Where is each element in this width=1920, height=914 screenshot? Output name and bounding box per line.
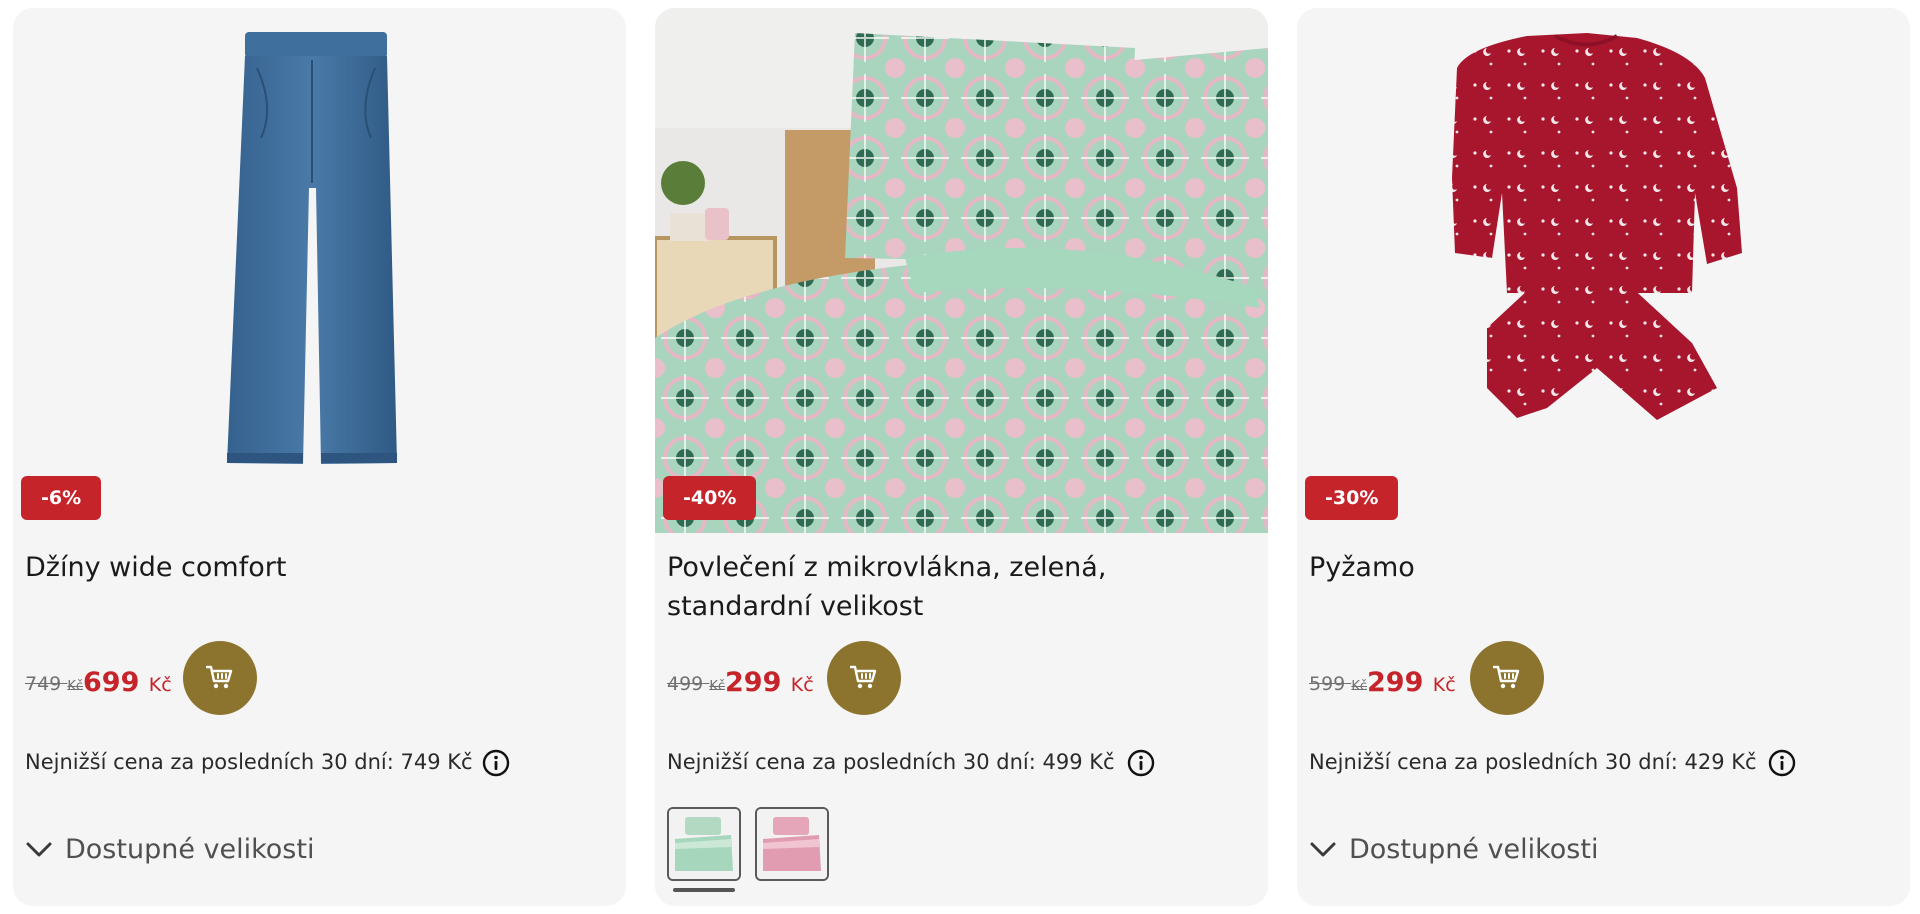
product-title[interactable]: Pyžamo — [1309, 548, 1889, 587]
product-title[interactable]: Džíny wide comfort — [25, 548, 605, 587]
shopping-cart-icon — [850, 665, 877, 689]
pyjamas-illustration — [1452, 33, 1742, 420]
available-sizes-label: Dostupné velikosti — [65, 834, 315, 865]
discount-badge: -30% — [1305, 476, 1399, 520]
shopping-cart-icon — [206, 665, 233, 689]
chevron-down-icon — [1310, 842, 1336, 856]
product-image-pyjamas[interactable]: -30% — [1297, 8, 1910, 533]
add-to-cart-button[interactable] — [1470, 641, 1544, 715]
lowest-price-info: Nejnižší cena za posledních 30 dní: 499 … — [667, 750, 1115, 774]
old-price: 499 Kč — [667, 673, 725, 695]
color-swatch-pink[interactable] — [755, 807, 829, 881]
available-sizes-toggle[interactable]: Dostupné velikosti — [1309, 834, 1598, 865]
old-price: 749 Kč — [25, 673, 83, 695]
color-swatch-green[interactable] — [667, 807, 741, 881]
bedding-illustration — [655, 8, 1268, 533]
lowest-price-info: Nejnižší cena za posledních 30 dní: 429 … — [1309, 750, 1757, 774]
swatch-green-image — [669, 809, 739, 879]
product-title[interactable]: Povlečení z mikrovlákna, zelená, standar… — [667, 548, 1247, 626]
sale-price: 699 Kč — [83, 667, 172, 698]
info-icon[interactable] — [1126, 748, 1156, 778]
info-icon[interactable] — [1767, 748, 1797, 778]
discount-badge: -6% — [21, 476, 102, 520]
product-image-bedding[interactable]: -40% — [655, 8, 1268, 533]
swatch-pink-image — [757, 809, 827, 879]
jeans-illustration — [227, 32, 397, 464]
sale-price: 299 Kč — [1367, 667, 1456, 698]
product-image-jeans[interactable]: -6% — [13, 8, 626, 533]
old-price: 599 Kč — [1309, 673, 1367, 695]
chevron-down-icon — [26, 842, 52, 856]
discount-badge: -40% — [663, 476, 757, 520]
product-card[interactable]: -40% Povlečení z mikrovlákna, zelená, st… — [655, 8, 1268, 906]
product-card[interactable]: -30% Pyžamo 599 Kč 299 Kč Nejnižší cena … — [1297, 8, 1910, 906]
info-icon[interactable] — [481, 748, 511, 778]
selected-swatch-indicator — [673, 888, 735, 892]
available-sizes-label: Dostupné velikosti — [1349, 834, 1599, 865]
shopping-cart-icon — [1493, 665, 1520, 689]
add-to-cart-button[interactable] — [183, 641, 257, 715]
sale-price: 299 Kč — [725, 667, 814, 698]
product-card[interactable]: -6% Džíny wide comfort 749 Kč 699 Kč Nej… — [13, 8, 626, 906]
add-to-cart-button[interactable] — [827, 641, 901, 715]
available-sizes-toggle[interactable]: Dostupné velikosti — [25, 834, 314, 865]
lowest-price-info: Nejnižší cena za posledních 30 dní: 749 … — [25, 750, 473, 774]
